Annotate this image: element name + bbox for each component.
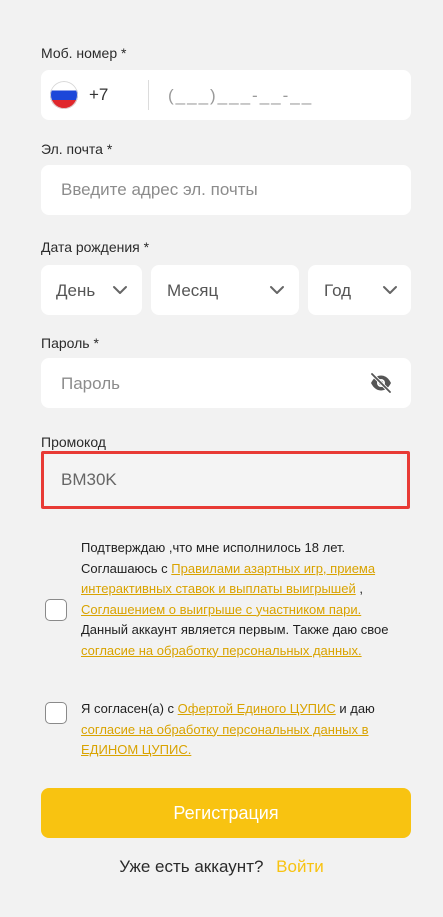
russia-flag-icon[interactable]	[50, 81, 78, 109]
birthdate-label: Дата рождения *	[41, 239, 150, 255]
winnings-agreement-link[interactable]: Соглашением о выигрыше с участником пари…	[81, 602, 361, 617]
consent-text-part: Я согласен(а) с	[81, 701, 178, 716]
country-code[interactable]: +7	[89, 85, 108, 105]
login-link[interactable]: Войти	[276, 857, 324, 876]
month-select-value: Месяц	[167, 281, 219, 300]
phone-label: Моб. номер *	[41, 45, 127, 61]
password-input[interactable]: Пароль	[61, 374, 120, 394]
cupis-offer-link[interactable]: Офертой Единого ЦУПИС	[178, 701, 336, 716]
phone-input[interactable]: (___)___-__-__	[168, 86, 313, 106]
chevron-down-icon	[270, 286, 284, 294]
promo-field[interactable]: BM30K	[44, 454, 401, 506]
consent-text-part: и даю	[335, 701, 375, 716]
email-input[interactable]: Введите адрес эл. почты	[61, 180, 258, 200]
consent-text-part: ,	[355, 581, 363, 596]
login-question: Уже есть аккаунт?	[119, 857, 264, 876]
day-select-value: День	[56, 281, 96, 300]
register-button[interactable]: Регистрация	[41, 788, 411, 838]
login-prompt: Уже есть аккаунт? Войти	[0, 857, 443, 877]
password-field[interactable]: Пароль	[41, 358, 411, 408]
password-label: Пароль *	[41, 335, 99, 351]
cupis-consent-text: Я согласен(а) с Офертой Единого ЦУПИС и …	[81, 699, 401, 761]
chevron-down-icon	[113, 286, 127, 294]
year-select-value: Год	[324, 281, 352, 300]
phone-field[interactable]: +7 (___)___-__-__	[41, 70, 411, 120]
eye-off-icon[interactable]	[369, 372, 393, 394]
day-select[interactable]: День	[41, 265, 142, 315]
email-label: Эл. почта *	[41, 141, 113, 157]
age-consent-text: Подтверждаю ,что мне исполнилось 18 лет.…	[81, 538, 401, 661]
promo-label: Промокод	[41, 434, 106, 450]
year-select[interactable]: Год	[308, 265, 411, 315]
month-select[interactable]: Месяц	[151, 265, 299, 315]
cupis-consent-checkbox[interactable]	[45, 702, 67, 724]
personal-data-consent-link[interactable]: согласие на обработку персональных данны…	[81, 643, 362, 658]
email-field[interactable]: Введите адрес эл. почты	[41, 165, 411, 215]
age-consent-checkbox[interactable]	[45, 599, 67, 621]
cupis-data-consent-link[interactable]: согласие на обработку персональных данны…	[81, 722, 369, 758]
promo-input[interactable]: BM30K	[61, 470, 117, 490]
registration-form: Моб. номер * +7 (___)___-__-__ Эл. почта…	[0, 0, 443, 917]
phone-divider	[148, 80, 149, 110]
chevron-down-icon	[383, 286, 397, 294]
consent-text-part: Данный аккаунт является первым. Также да…	[81, 622, 389, 637]
